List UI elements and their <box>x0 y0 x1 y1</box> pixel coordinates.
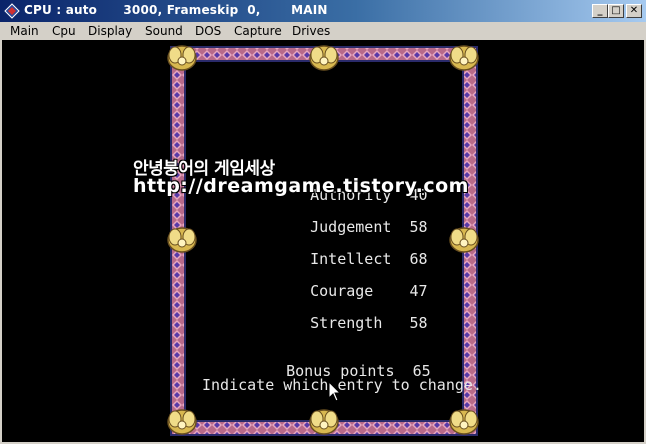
menu-drives[interactable]: Drives <box>290 23 332 39</box>
menu-capture[interactable]: Capture <box>232 23 284 39</box>
menu-bar: Main Cpu Display Sound DOS Capture Drive… <box>0 22 646 40</box>
dosbox-app-icon[interactable] <box>4 3 20 19</box>
menu-dos[interactable]: DOS <box>193 23 223 39</box>
maximize-button[interactable]: □ <box>608 4 624 18</box>
stat-row-strength[interactable]: Strength 58 <box>274 296 428 350</box>
close-button[interactable]: ✕ <box>626 4 642 18</box>
stat-value: 58 <box>409 314 428 332</box>
change-prompt: Indicate which entry to change. <box>202 376 482 394</box>
game-screen[interactable]: Authority 40 Judgement 58 Intellect 68 C… <box>2 40 644 442</box>
menu-cpu[interactable]: Cpu <box>50 23 78 39</box>
mouse-pointer-icon <box>329 382 341 402</box>
stat-label: Strength <box>310 314 383 332</box>
watermark-url: http://dreamgame.tistory.com <box>133 175 469 197</box>
menu-display[interactable]: Display <box>86 23 134 39</box>
minimize-button[interactable]: _ <box>592 4 608 18</box>
window-title: CPU : auto 3000, Frameskip 0, MAIN <box>24 3 328 17</box>
menu-main[interactable]: Main <box>8 23 41 39</box>
window-title-bar[interactable]: CPU : auto 3000, Frameskip 0, MAIN _ □ ✕ <box>0 0 646 22</box>
menu-sound[interactable]: Sound <box>143 23 185 39</box>
